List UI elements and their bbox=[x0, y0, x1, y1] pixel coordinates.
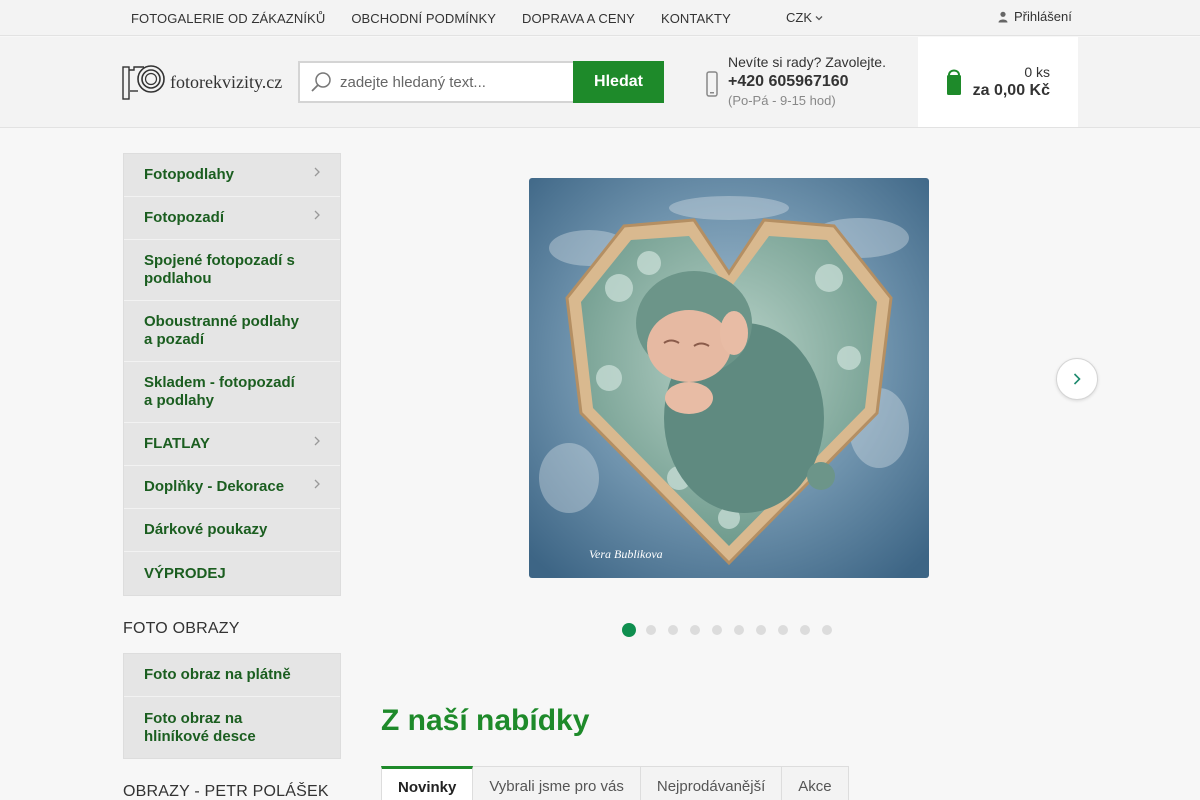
chevron-right-icon bbox=[314, 478, 320, 496]
foto-obrazy-heading: FOTO OBRAZY bbox=[123, 620, 240, 637]
contact-phone[interactable]: +420 605967160 bbox=[728, 71, 886, 93]
cart-total: za 0,00 Kč bbox=[972, 82, 1050, 99]
site-logo[interactable]: fotorekvizity.cz bbox=[122, 63, 282, 101]
slider-dot[interactable] bbox=[668, 625, 678, 635]
contact-hours: (Po-Pá - 9-15 hod) bbox=[728, 93, 836, 108]
top-nav: FOTOGALERIE OD ZÁKAZNÍKŮ OBCHODNÍ PODMÍN… bbox=[118, 0, 744, 36]
search-button[interactable]: Hledat bbox=[573, 61, 664, 103]
chevron-right-icon bbox=[314, 435, 320, 453]
cart-icon bbox=[947, 69, 961, 95]
offer-tabs: Novinky Vybrali jsme pro vás Nejprodávan… bbox=[381, 766, 849, 800]
tab-novinky[interactable]: Novinky bbox=[381, 766, 474, 800]
slider-next-button[interactable] bbox=[1056, 358, 1098, 400]
nav-link-shipping[interactable]: DOPRAVA A CENY bbox=[509, 11, 648, 26]
category-fotopozadi[interactable]: Fotopozadí bbox=[124, 197, 340, 240]
hero-slide-image[interactable]: Vera Bublikova bbox=[529, 178, 929, 578]
category-fotopodlahy[interactable]: Fotopodlahy bbox=[124, 154, 340, 197]
category-doplnky[interactable]: Doplňky - Dekorace bbox=[124, 466, 340, 509]
category-label: Fotopozadí bbox=[144, 209, 224, 226]
category-vyprodej[interactable]: VÝPRODEJ bbox=[124, 552, 340, 595]
tab-akce[interactable]: Akce bbox=[782, 766, 849, 800]
camera-logo-icon bbox=[122, 65, 165, 100]
search-form: Hledat bbox=[298, 61, 664, 103]
category-label: Fotopodlahy bbox=[144, 166, 234, 183]
menu-item-label: Foto obraz na plátně bbox=[144, 666, 291, 683]
category-oboustranne[interactable]: Oboustranné podlahy a pozadí bbox=[124, 301, 340, 362]
nav-link-terms[interactable]: OBCHODNÍ PODMÍNKY bbox=[338, 11, 509, 26]
user-icon bbox=[998, 11, 1008, 22]
cart-count: 0 ks bbox=[1024, 64, 1050, 80]
chevron-right-icon bbox=[1073, 373, 1081, 385]
currency-label: CZK bbox=[786, 10, 812, 25]
chevron-right-icon bbox=[314, 209, 320, 227]
cart-info: 0 ks za 0,00 Kč bbox=[973, 63, 1050, 101]
category-menu: Fotopodlahy Fotopozadí Spojené fotopozad… bbox=[123, 153, 341, 596]
category-spojene[interactable]: Spojené fotopozadí s podlahou bbox=[124, 240, 340, 301]
category-label: FLATLAY bbox=[144, 435, 210, 452]
login-label: Přihlášení bbox=[1014, 9, 1072, 24]
header: fotorekvizity.cz Hledat Nevíte si rady? … bbox=[0, 37, 1200, 128]
menu-item-platno[interactable]: Foto obraz na plátně bbox=[124, 654, 340, 697]
slider-dot[interactable] bbox=[800, 625, 810, 635]
chevron-down-icon bbox=[815, 15, 823, 20]
category-label: Doplňky - Dekorace bbox=[144, 478, 285, 495]
category-label: VÝPRODEJ bbox=[144, 564, 226, 582]
top-bar: FOTOGALERIE OD ZÁKAZNÍKŮ OBCHODNÍ PODMÍN… bbox=[0, 0, 1200, 36]
obrazy-heading: OBRAZY - PETR POLÁŠEK bbox=[123, 783, 329, 800]
cart-widget[interactable]: 0 ks za 0,00 Kč bbox=[918, 37, 1078, 127]
contact-box: Nevíte si rady? Zavolejte. +420 60596716… bbox=[706, 53, 886, 108]
slider-dots bbox=[622, 623, 844, 637]
slider-dot[interactable] bbox=[756, 625, 766, 635]
offer-title: Z naší nabídky bbox=[381, 704, 590, 737]
tab-nejprodavanejsi[interactable]: Nejprodávanější bbox=[640, 766, 783, 800]
phone-icon bbox=[706, 71, 718, 97]
slider-dot[interactable] bbox=[822, 625, 832, 635]
logo-text: fotorekvizity.cz bbox=[170, 71, 283, 92]
nav-link-contacts[interactable]: KONTAKTY bbox=[648, 11, 744, 26]
contact-prompt: Nevíte si rady? Zavolejte. bbox=[728, 54, 886, 70]
chevron-right-icon bbox=[314, 166, 320, 184]
currency-selector[interactable]: CZK bbox=[786, 10, 823, 25]
slider-dot[interactable] bbox=[734, 625, 744, 635]
slider-dot[interactable] bbox=[712, 625, 722, 635]
slider-dot[interactable] bbox=[690, 625, 700, 635]
slider-dot[interactable] bbox=[622, 623, 636, 637]
slider-dot[interactable] bbox=[778, 625, 788, 635]
category-skladem[interactable]: Skladem - fotopozadí a podlahy bbox=[124, 362, 340, 423]
menu-item-label: Foto obraz na hliníkové desce bbox=[144, 709, 256, 745]
category-flatlay[interactable]: FLATLAY bbox=[124, 423, 340, 466]
category-label: Skladem - fotopozadí a podlahy bbox=[144, 374, 295, 409]
nav-link-gallery[interactable]: FOTOGALERIE OD ZÁKAZNÍKŮ bbox=[118, 11, 338, 26]
category-label: Oboustranné podlahy a pozadí bbox=[144, 313, 300, 348]
search-box bbox=[298, 61, 573, 103]
category-label: Dárkové poukazy bbox=[144, 521, 268, 538]
tab-vybrali[interactable]: Vybrali jsme pro vás bbox=[473, 766, 641, 800]
slider-dot[interactable] bbox=[646, 625, 656, 635]
login-link[interactable]: Přihlášení bbox=[998, 9, 1072, 24]
search-icon bbox=[311, 72, 331, 92]
category-poukazy[interactable]: Dárkové poukazy bbox=[124, 509, 340, 552]
slide-watermark: Vera Bublikova bbox=[589, 547, 663, 561]
search-input[interactable] bbox=[340, 73, 560, 91]
category-label: Spojené fotopozadí s podlahou bbox=[144, 252, 295, 287]
foto-obrazy-menu: Foto obraz na plátně Foto obraz na hliní… bbox=[123, 653, 341, 759]
menu-item-hlinik[interactable]: Foto obraz na hliníkové desce bbox=[124, 697, 340, 758]
newborn-heart-photo: Vera Bublikova bbox=[529, 178, 929, 578]
